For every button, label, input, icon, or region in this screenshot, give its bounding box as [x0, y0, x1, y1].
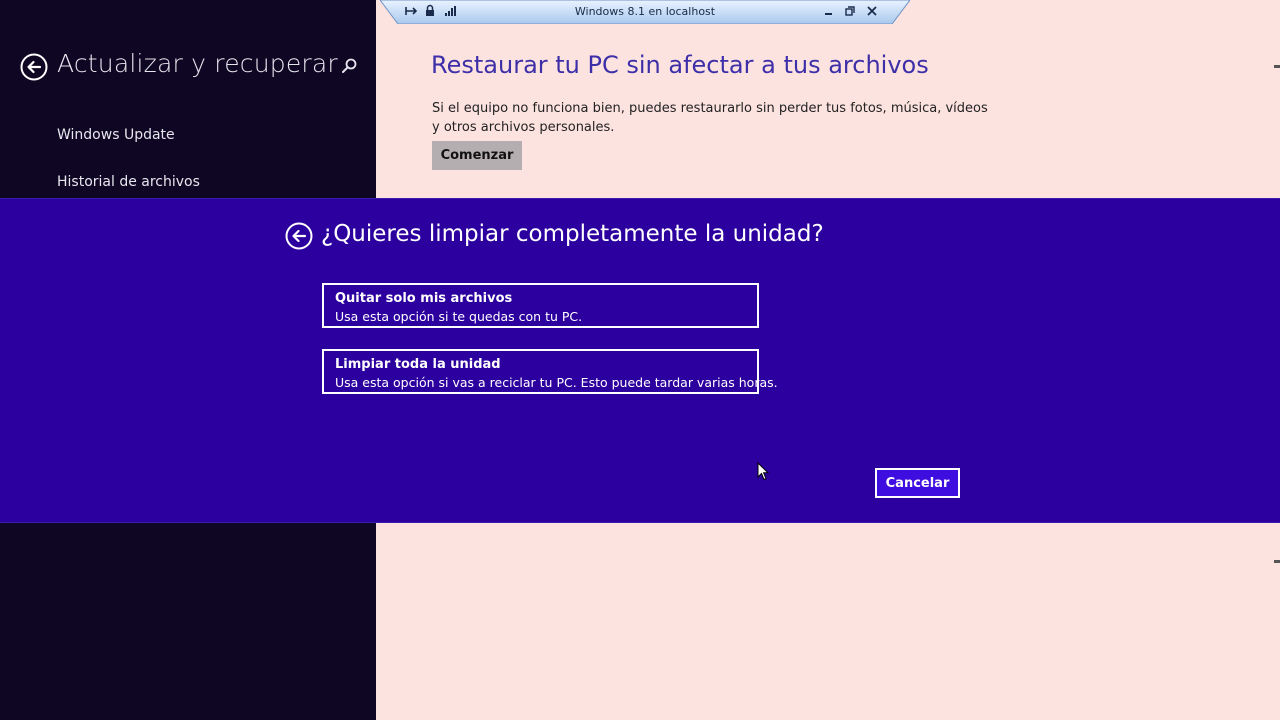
option-title: Limpiar toda la unidad: [335, 357, 501, 372]
option-description: Usa esta opción si vas a reciclar tu PC.…: [335, 375, 778, 390]
remote-connection-bar: Windows 8.1 en localhost: [380, 0, 910, 24]
search-icon[interactable]: [340, 57, 358, 75]
wipe-drive-dialog: ¿Quieres limpiar completamente la unidad…: [0, 198, 1280, 523]
edge-marker: [1274, 65, 1280, 68]
option-title: Quitar solo mis archivos: [335, 291, 513, 306]
close-icon[interactable]: [865, 4, 879, 18]
back-arrow-icon[interactable]: [285, 222, 313, 250]
start-button[interactable]: Comenzar: [432, 141, 522, 170]
back-arrow-icon[interactable]: [20, 53, 48, 81]
mouse-cursor-icon: [757, 462, 769, 481]
page-description: Si el equipo no funciona bien, puedes re…: [432, 101, 988, 135]
edge-marker: [1274, 560, 1280, 563]
sidebar-item-file-history[interactable]: Historial de archivos: [57, 174, 200, 190]
sidebar-item-windows-update[interactable]: Windows Update: [57, 127, 175, 143]
option-clean-drive[interactable]: Limpiar toda la unidad Usa esta opción s…: [322, 349, 778, 394]
option-remove-files[interactable]: Quitar solo mis archivos Usa esta opción…: [322, 283, 759, 328]
option-description: Usa esta opción si te quedas con tu PC.: [335, 309, 583, 324]
page-title: Restaurar tu PC sin afectar a tus archiv…: [431, 51, 929, 79]
dialog-heading: ¿Quieres limpiar completamente la unidad…: [321, 221, 824, 247]
sidebar-title: Actualizar y recuperar: [57, 49, 338, 78]
cancel-button[interactable]: Cancelar: [875, 468, 960, 498]
minimize-icon[interactable]: [822, 4, 836, 18]
restore-icon[interactable]: [843, 4, 857, 18]
